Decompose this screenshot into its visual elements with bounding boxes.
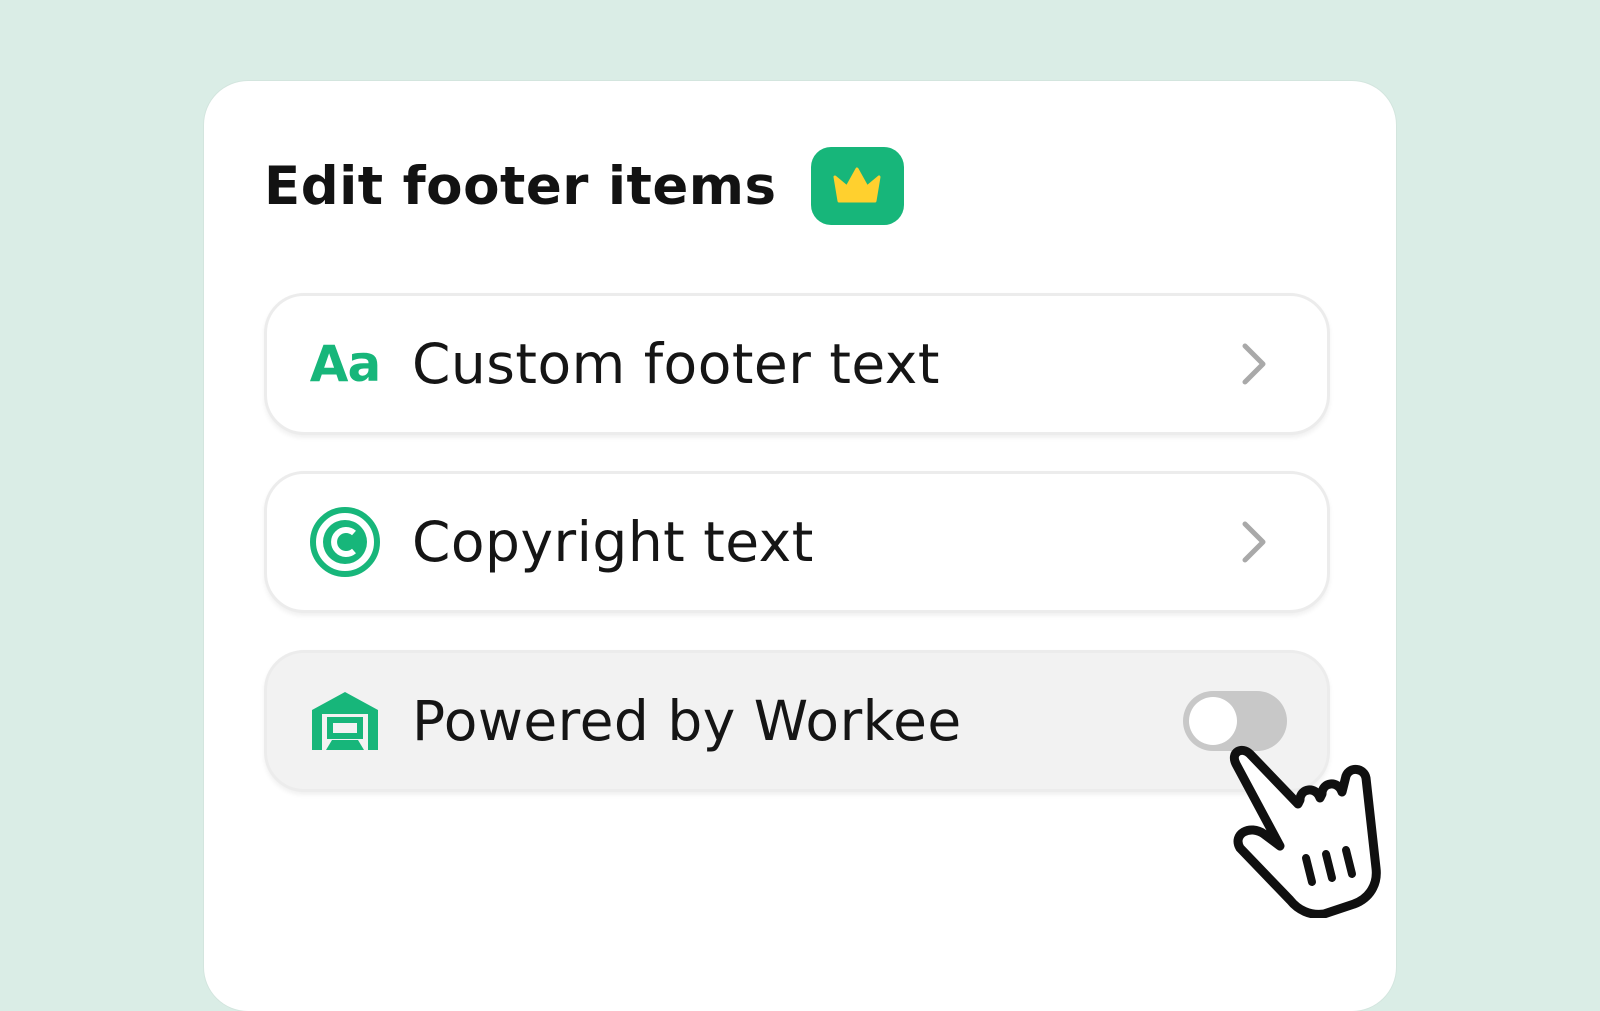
premium-badge <box>810 147 904 225</box>
panel-header: Edit footer items <box>264 147 904 225</box>
edit-footer-panel: Edit footer items Aa Custom footer text … <box>204 81 1396 1011</box>
custom-footer-text-item[interactable]: Aa Custom footer text <box>264 293 1330 435</box>
copyright-icon <box>310 507 380 577</box>
powered-by-workee-item[interactable]: Powered by Workee <box>264 650 1330 792</box>
text-format-icon: Aa <box>309 335 381 393</box>
hand-pointer-icon <box>1230 745 1381 918</box>
crown-icon <box>833 167 881 203</box>
workee-logo-icon <box>310 686 380 756</box>
chevron-right-icon[interactable] <box>1237 342 1269 386</box>
panel-title: Edit footer items <box>264 155 777 217</box>
custom-footer-text-label: Custom footer text <box>412 332 940 396</box>
chevron-right-icon[interactable] <box>1237 520 1269 564</box>
copyright-text-label: Copyright text <box>412 510 814 574</box>
powered-by-workee-label: Powered by Workee <box>412 689 962 753</box>
copyright-text-item[interactable]: Copyright text <box>264 471 1330 613</box>
